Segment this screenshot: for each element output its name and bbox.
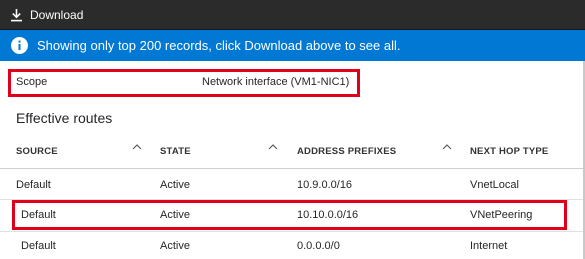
column-header-source[interactable]: SOURCE	[16, 146, 58, 157]
info-icon	[11, 37, 28, 54]
column-header-state[interactable]: STATE	[160, 146, 191, 157]
download-button[interactable]: Download	[10, 4, 83, 26]
sort-up-icon[interactable]	[132, 143, 142, 151]
scope-value: Network interface (VM1-NIC1)	[202, 76, 350, 88]
table-row[interactable]: Default Active 10.9.0.0/16 VnetLocal	[0, 169, 585, 200]
banner-message: Showing only top 200 records, click Down…	[37, 38, 401, 53]
route-highlight-box	[12, 200, 567, 230]
table-row[interactable]: Default Active 0.0.0.0/0 Internet	[0, 232, 585, 259]
cell-address-prefix: 0.0.0.0/0	[297, 240, 340, 252]
cell-state: Active	[160, 240, 190, 252]
section-title: Effective routes	[16, 110, 113, 126]
column-header-next-hop-type[interactable]: NEXT HOP TYPE	[470, 146, 548, 157]
command-bar: Download	[0, 0, 585, 30]
cell-address-prefix: 10.9.0.0/16	[297, 179, 353, 191]
download-label: Download	[30, 8, 84, 22]
sort-up-icon[interactable]	[442, 143, 452, 151]
column-header-address-prefixes[interactable]: ADDRESS PREFIXES	[297, 146, 396, 157]
cell-source: Default	[21, 240, 56, 252]
info-banner: Showing only top 200 records, click Down…	[0, 30, 585, 61]
cell-state: Active	[160, 179, 190, 191]
cell-next-hop-type: VnetLocal	[470, 179, 519, 191]
cell-source: Default	[16, 179, 51, 191]
download-icon	[11, 9, 22, 22]
cell-next-hop-type: Internet	[470, 240, 508, 252]
sort-up-icon[interactable]	[268, 143, 278, 151]
scope-label: Scope	[16, 76, 48, 88]
